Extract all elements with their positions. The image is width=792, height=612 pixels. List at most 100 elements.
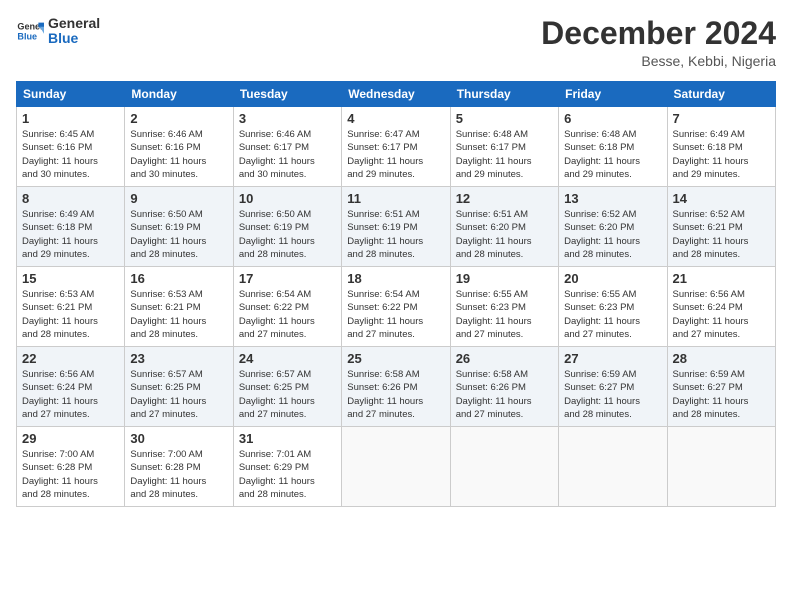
header: General Blue General Blue December 2024 … bbox=[16, 16, 776, 69]
day-number: 1 bbox=[22, 111, 119, 126]
day-number: 12 bbox=[456, 191, 553, 206]
table-row: 12 Sunrise: 6:51 AM Sunset: 6:20 PM Dayli… bbox=[450, 187, 558, 267]
table-row: 15 Sunrise: 6:53 AM Sunset: 6:21 PM Dayli… bbox=[17, 267, 125, 347]
table-row: 4 Sunrise: 6:47 AM Sunset: 6:17 PM Daylig… bbox=[342, 107, 450, 187]
day-detail: Sunrise: 6:50 AM Sunset: 6:19 PM Dayligh… bbox=[130, 208, 227, 261]
day-detail: Sunrise: 7:01 AM Sunset: 6:29 PM Dayligh… bbox=[239, 448, 336, 501]
day-detail: Sunrise: 6:47 AM Sunset: 6:17 PM Dayligh… bbox=[347, 128, 444, 181]
day-number: 28 bbox=[673, 351, 770, 366]
day-number: 10 bbox=[239, 191, 336, 206]
day-number: 15 bbox=[22, 271, 119, 286]
table-row: 11Sunrise: 6:51 AM Sunset: 6:19 PM Dayli… bbox=[342, 187, 450, 267]
day-number: 8 bbox=[22, 191, 119, 206]
table-row: 30Sunrise: 7:00 AM Sunset: 6:28 PM Dayli… bbox=[125, 427, 233, 507]
day-number: 20 bbox=[564, 271, 661, 286]
day-detail: Sunrise: 6:54 AM Sunset: 6:22 PM Dayligh… bbox=[239, 288, 336, 341]
table-row: 18 Sunrise: 6:54 AM Sunset: 6:22 PM Dayli… bbox=[342, 267, 450, 347]
day-detail: Sunrise: 6:57 AM Sunset: 6:25 PM Dayligh… bbox=[239, 368, 336, 421]
day-detail: Sunrise: 6:46 AM Sunset: 6:16 PM Dayligh… bbox=[130, 128, 227, 181]
table-row: 13 Sunrise: 6:52 AM Sunset: 6:20 PM Dayli… bbox=[559, 187, 667, 267]
table-row: 25Sunrise: 6:58 AM Sunset: 6:26 PM Dayli… bbox=[342, 347, 450, 427]
table-row: 14 Sunrise: 6:52 AM Sunset: 6:21 PM Dayli… bbox=[667, 187, 775, 267]
day-number: 21 bbox=[673, 271, 770, 286]
day-detail: Sunrise: 6:54 AM Sunset: 6:22 PM Dayligh… bbox=[347, 288, 444, 341]
logo-text-blue: Blue bbox=[48, 31, 100, 46]
calendar-table: Sunday Monday Tuesday Wednesday Thursday… bbox=[16, 81, 776, 507]
day-number: 18 bbox=[347, 271, 444, 286]
day-number: 25 bbox=[347, 351, 444, 366]
month-title: December 2024 bbox=[541, 16, 776, 51]
day-detail: Sunrise: 6:53 AM Sunset: 6:21 PM Dayligh… bbox=[130, 288, 227, 341]
day-detail: Sunrise: 6:55 AM Sunset: 6:23 PM Dayligh… bbox=[456, 288, 553, 341]
logo-text-general: General bbox=[48, 16, 100, 31]
table-row bbox=[559, 427, 667, 507]
day-number: 16 bbox=[130, 271, 227, 286]
day-number: 14 bbox=[673, 191, 770, 206]
col-monday: Monday bbox=[125, 82, 233, 107]
day-number: 22 bbox=[22, 351, 119, 366]
day-detail: Sunrise: 6:51 AM Sunset: 6:20 PM Dayligh… bbox=[456, 208, 553, 261]
day-number: 24 bbox=[239, 351, 336, 366]
day-detail: Sunrise: 6:49 AM Sunset: 6:18 PM Dayligh… bbox=[673, 128, 770, 181]
table-row: 31 Sunrise: 7:01 AM Sunset: 6:29 PM Dayli… bbox=[233, 427, 341, 507]
table-row: 29 Sunrise: 7:00 AM Sunset: 6:28 PM Dayli… bbox=[17, 427, 125, 507]
col-thursday: Thursday bbox=[450, 82, 558, 107]
day-number: 29 bbox=[22, 431, 119, 446]
day-detail: Sunrise: 6:48 AM Sunset: 6:17 PM Dayligh… bbox=[456, 128, 553, 181]
table-row: 24 Sunrise: 6:57 AM Sunset: 6:25 PM Dayli… bbox=[233, 347, 341, 427]
day-number: 4 bbox=[347, 111, 444, 126]
table-row: 26 Sunrise: 6:58 AM Sunset: 6:26 PM Dayli… bbox=[450, 347, 558, 427]
day-detail: Sunrise: 6:52 AM Sunset: 6:20 PM Dayligh… bbox=[564, 208, 661, 261]
calendar-week-row: 22 Sunrise: 6:56 AM Sunset: 6:24 PM Dayli… bbox=[17, 347, 776, 427]
day-number: 13 bbox=[564, 191, 661, 206]
day-number: 26 bbox=[456, 351, 553, 366]
table-row: 1 Sunrise: 6:45 AM Sunset: 6:16 PM Daylig… bbox=[17, 107, 125, 187]
col-friday: Friday bbox=[559, 82, 667, 107]
day-detail: Sunrise: 6:55 AM Sunset: 6:23 PM Dayligh… bbox=[564, 288, 661, 341]
day-number: 17 bbox=[239, 271, 336, 286]
table-row: 21 Sunrise: 6:56 AM Sunset: 6:24 PM Dayli… bbox=[667, 267, 775, 347]
table-row: 17 Sunrise: 6:54 AM Sunset: 6:22 PM Dayli… bbox=[233, 267, 341, 347]
day-detail: Sunrise: 6:59 AM Sunset: 6:27 PM Dayligh… bbox=[564, 368, 661, 421]
day-number: 27 bbox=[564, 351, 661, 366]
day-detail: Sunrise: 6:57 AM Sunset: 6:25 PM Dayligh… bbox=[130, 368, 227, 421]
table-row: 2 Sunrise: 6:46 AM Sunset: 6:16 PM Daylig… bbox=[125, 107, 233, 187]
day-detail: Sunrise: 6:58 AM Sunset: 6:26 PM Dayligh… bbox=[456, 368, 553, 421]
day-detail: Sunrise: 6:56 AM Sunset: 6:24 PM Dayligh… bbox=[673, 288, 770, 341]
day-detail: Sunrise: 6:59 AM Sunset: 6:27 PM Dayligh… bbox=[673, 368, 770, 421]
table-row: 22 Sunrise: 6:56 AM Sunset: 6:24 PM Dayli… bbox=[17, 347, 125, 427]
day-detail: Sunrise: 6:46 AM Sunset: 6:17 PM Dayligh… bbox=[239, 128, 336, 181]
table-row: 3 Sunrise: 6:46 AM Sunset: 6:17 PM Daylig… bbox=[233, 107, 341, 187]
day-detail: Sunrise: 6:50 AM Sunset: 6:19 PM Dayligh… bbox=[239, 208, 336, 261]
day-number: 23 bbox=[130, 351, 227, 366]
table-row bbox=[667, 427, 775, 507]
day-number: 6 bbox=[564, 111, 661, 126]
day-detail: Sunrise: 7:00 AM Sunset: 6:28 PM Dayligh… bbox=[22, 448, 119, 501]
logo: General Blue General Blue bbox=[16, 16, 100, 47]
day-number: 19 bbox=[456, 271, 553, 286]
table-row: 20 Sunrise: 6:55 AM Sunset: 6:23 PM Dayli… bbox=[559, 267, 667, 347]
day-detail: Sunrise: 6:56 AM Sunset: 6:24 PM Dayligh… bbox=[22, 368, 119, 421]
day-detail: Sunrise: 6:52 AM Sunset: 6:21 PM Dayligh… bbox=[673, 208, 770, 261]
table-row bbox=[342, 427, 450, 507]
day-detail: Sunrise: 6:48 AM Sunset: 6:18 PM Dayligh… bbox=[564, 128, 661, 181]
day-number: 5 bbox=[456, 111, 553, 126]
table-row: 7Sunrise: 6:49 AM Sunset: 6:18 PM Daylig… bbox=[667, 107, 775, 187]
table-row: 10 Sunrise: 6:50 AM Sunset: 6:19 PM Dayli… bbox=[233, 187, 341, 267]
day-number: 3 bbox=[239, 111, 336, 126]
title-block: December 2024 Besse, Kebbi, Nigeria bbox=[541, 16, 776, 69]
table-row: 19 Sunrise: 6:55 AM Sunset: 6:23 PM Dayli… bbox=[450, 267, 558, 347]
day-number: 2 bbox=[130, 111, 227, 126]
calendar-header-row: Sunday Monday Tuesday Wednesday Thursday… bbox=[17, 82, 776, 107]
table-row: 9Sunrise: 6:50 AM Sunset: 6:19 PM Daylig… bbox=[125, 187, 233, 267]
table-row: 5 Sunrise: 6:48 AM Sunset: 6:17 PM Daylig… bbox=[450, 107, 558, 187]
day-detail: Sunrise: 7:00 AM Sunset: 6:28 PM Dayligh… bbox=[130, 448, 227, 501]
table-row: 6 Sunrise: 6:48 AM Sunset: 6:18 PM Daylig… bbox=[559, 107, 667, 187]
day-number: 31 bbox=[239, 431, 336, 446]
col-wednesday: Wednesday bbox=[342, 82, 450, 107]
table-row: 27 Sunrise: 6:59 AM Sunset: 6:27 PM Dayli… bbox=[559, 347, 667, 427]
day-detail: Sunrise: 6:53 AM Sunset: 6:21 PM Dayligh… bbox=[22, 288, 119, 341]
table-row: 23 Sunrise: 6:57 AM Sunset: 6:25 PM Dayli… bbox=[125, 347, 233, 427]
day-detail: Sunrise: 6:45 AM Sunset: 6:16 PM Dayligh… bbox=[22, 128, 119, 181]
day-detail: Sunrise: 6:51 AM Sunset: 6:19 PM Dayligh… bbox=[347, 208, 444, 261]
